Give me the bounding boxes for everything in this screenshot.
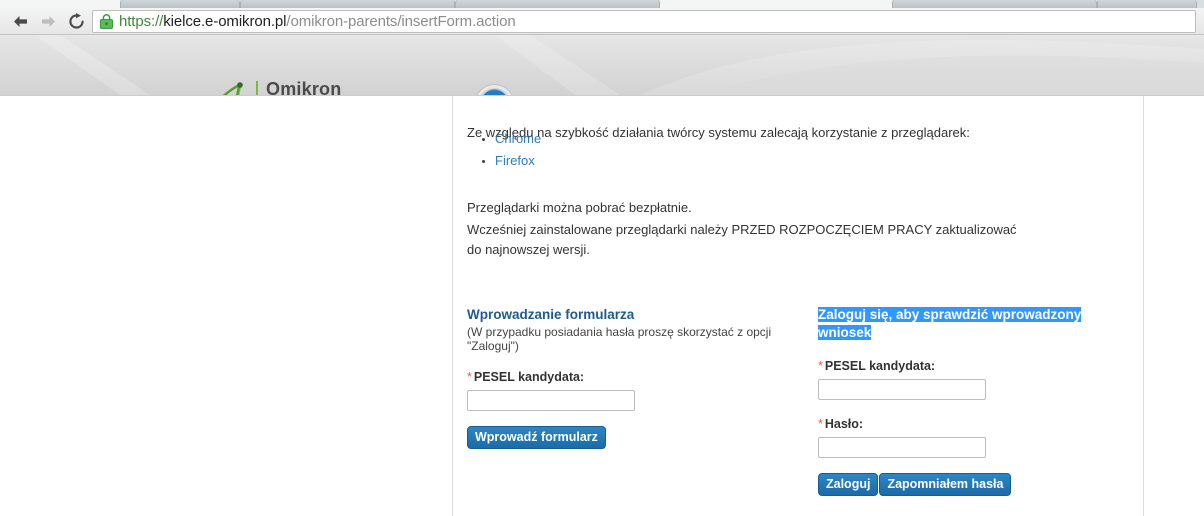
required-marker: * — [818, 417, 823, 431]
login-form-heading: Zaloguj się, aby sprawdzić wprowadzony w… — [818, 307, 1082, 340]
firefox-link[interactable]: Firefox — [495, 153, 535, 168]
insert-form-note: (W przypadku posiadania hasła proszę sko… — [467, 325, 797, 353]
url-text: https://kielce.e-omikron.pl/omikron-pare… — [119, 13, 516, 30]
reload-icon — [68, 13, 85, 30]
tab-strip-left-spacer — [0, 0, 120, 8]
address-bar[interactable]: https://kielce.e-omikron.pl/omikron-pare… — [92, 10, 1196, 33]
browser-tab[interactable] — [120, 0, 240, 8]
login-pesel-label: * PESEL kandydata: — [818, 359, 1118, 373]
url-path: /omikron-parents/insertForm.action — [286, 13, 516, 30]
submit-form-button[interactable]: Wprowadź formularz — [467, 426, 606, 449]
back-arrow-icon — [12, 14, 29, 29]
page-body: Ze względu na szybkość działania twórcy … — [0, 95, 1204, 516]
home-button[interactable] — [474, 84, 515, 95]
browser-tab[interactable] — [240, 0, 455, 8]
url-host: kielce.e-omikron.pl — [163, 13, 287, 30]
tab-strip-mid-spacer — [660, 0, 892, 8]
login-button[interactable]: Zaloguj — [818, 473, 879, 496]
login-form-actions: Zaloguj Zapomniałem hasła — [818, 473, 1118, 496]
logo-divider — [256, 81, 258, 95]
reload-button[interactable] — [62, 8, 90, 35]
insert-form-note-line-1: (W przypadku posiadania hasła proszę sko… — [467, 325, 772, 339]
forward-button[interactable] — [34, 8, 62, 35]
download-note: Przeglądarki można pobrać bezpłatnie. — [467, 200, 692, 215]
browser-chrome: https://kielce.e-omikron.pl/omikron-pare… — [0, 0, 1204, 35]
list-item: Firefox — [495, 150, 541, 172]
insert-form-heading: Wprowadzanie formularza — [467, 307, 635, 322]
url-scheme: https:// — [119, 13, 164, 30]
lock-icon — [100, 14, 113, 29]
back-button[interactable] — [6, 8, 34, 35]
login-password-label: * Hasło: — [818, 417, 1118, 431]
login-pesel-input[interactable] — [818, 379, 986, 400]
required-marker: * — [818, 359, 823, 373]
browser-tab[interactable] — [1097, 0, 1197, 8]
site-header: Omikron REKRUTACJA DO SZKÓŁ PONADGIMNAZJ… — [0, 35, 1204, 95]
header-decoration — [35, 35, 1204, 95]
content-panel: Ze względu na szybkość działania twórcy … — [452, 96, 1144, 516]
browser-tab[interactable] — [892, 0, 1097, 8]
login-pesel-label-text: PESEL kandydata: — [824, 359, 936, 373]
insert-form-section: Wprowadzanie formularza (W przypadku pos… — [467, 306, 797, 449]
browser-tab[interactable] — [455, 0, 660, 8]
login-form-section: Zaloguj się, aby sprawdzić wprowadzony w… — [818, 306, 1118, 496]
list-item: Chrome — [495, 128, 541, 150]
insert-form-note-line-2: "Zaloguj") — [467, 339, 519, 353]
chrome-link[interactable]: Chrome — [495, 131, 541, 146]
tab-strip[interactable] — [0, 0, 1204, 8]
omikron-clover-logo-icon — [202, 80, 248, 95]
forward-arrow-icon — [40, 14, 57, 29]
recommended-browser-list: Chrome Firefox — [471, 128, 541, 172]
login-password-input[interactable] — [818, 437, 986, 458]
update-note: Wcześniej zainstalowane przeglądarki nal… — [467, 222, 1017, 237]
login-password-label-text: Hasło: — [824, 417, 864, 431]
browser-nav-bar: https://kielce.e-omikron.pl/omikron-pare… — [0, 8, 1204, 35]
brand-name: Omikron — [266, 79, 342, 95]
forgot-password-button[interactable]: Zapomniałem hasła — [879, 473, 1012, 496]
recommendation-intro: Ze względu na szybkość działania twórcy … — [467, 125, 970, 140]
insert-pesel-input[interactable] — [467, 390, 635, 411]
insert-pesel-label-text: PESEL kandydata: — [473, 370, 585, 384]
version-note: do najnowszej wersji. — [467, 242, 590, 257]
insert-form-actions: Wprowadź formularz — [467, 426, 797, 449]
required-marker: * — [467, 370, 472, 384]
insert-pesel-label: * PESEL kandydata: — [467, 370, 797, 384]
